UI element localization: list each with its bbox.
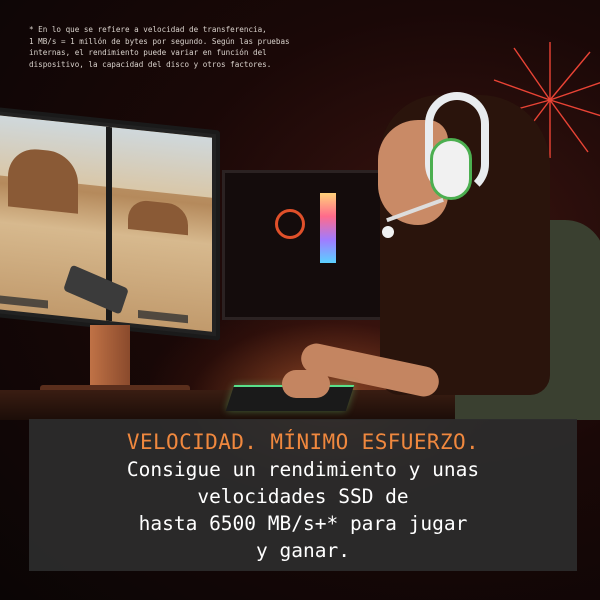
caption-headline: VELOCIDAD. MÍNIMO ESFUERZO. [126,430,480,454]
gaming-pc-case [222,170,387,320]
promo-banner: * En lo que se refiere a velocidad de tr… [0,0,600,600]
game-screen [0,114,212,332]
caption-panel: VELOCIDAD. MÍNIMO ESFUERZO. Consigue un … [29,419,577,571]
gaming-monitor [0,105,220,341]
caption-body: Consigue un rendimiento y unas velocidad… [126,458,480,562]
headset-mic-tip [382,226,394,238]
disclaimer-text: * En lo que se refiere a velocidad de tr… [29,25,290,69]
person-hand [282,370,330,398]
headset-earcup [430,138,472,200]
